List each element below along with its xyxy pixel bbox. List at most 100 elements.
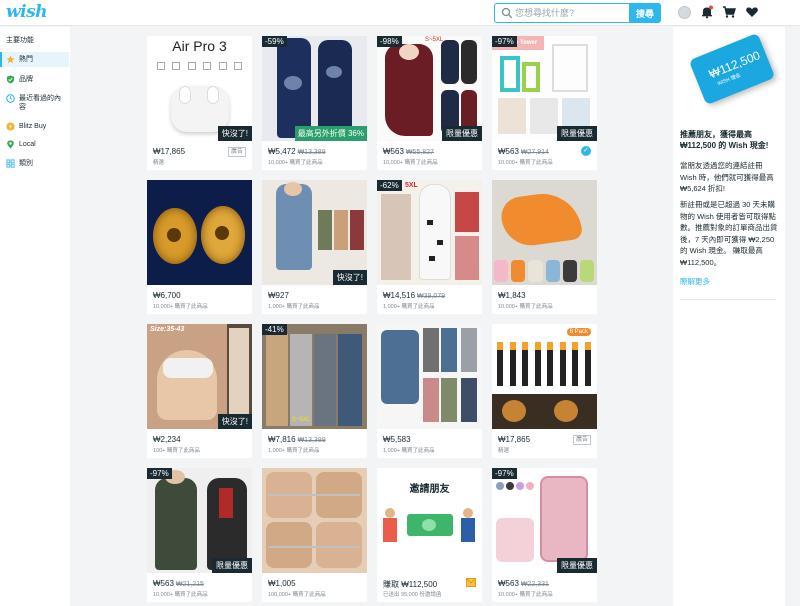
avatar[interactable] (678, 6, 691, 19)
product-price: ₩5,583 (383, 435, 411, 444)
product-price: ₩5,472 ₩13,389 (268, 147, 326, 156)
product-price: ₩1,843 (498, 291, 526, 300)
product-sold-count: 100,000+ 購買了此商品 (268, 592, 326, 598)
product-sold-count: 10,000+ 購買了此商品 (153, 304, 208, 310)
product-price: ₩563 ₩55,827 (383, 147, 434, 156)
cart-icon[interactable] (722, 5, 736, 19)
sidebar-title: 主要功能 (6, 37, 34, 44)
gift-card-image: ₩112,500 WISH 禮金 (688, 32, 776, 106)
product-price: ₩7,816 ₩13,399 (268, 435, 326, 444)
product-price: ₩2,234 (153, 435, 181, 444)
ad-tag: 廣告 (572, 435, 591, 445)
size-label: S~5XL (292, 417, 311, 423)
product-card[interactable]: S~5XL -41% ₩7,816 ₩13,399 1,000+ 購買了此商品 (262, 324, 367, 458)
product-sold-count: 10,000+ 購買了此商品 (498, 304, 553, 310)
product-card[interactable]: Size:35-43 快沒了! ₩2,234 100+ 購買了此商品 (147, 324, 252, 458)
limited-badge: 限量優惠 (557, 126, 597, 141)
wish-logo[interactable]: wish (6, 2, 48, 22)
limited-badge: 限量優惠 (212, 558, 252, 573)
product-sold-count: 精選 (153, 160, 165, 166)
product-card[interactable]: -59% 最高另外折價 36% ₩5,472 ₩13,389 10,000+ 購買… (262, 36, 367, 170)
product-sold-count: 10,000+ 購買了此商品 (153, 592, 208, 598)
search-button[interactable]: 搜尋 (629, 3, 661, 23)
grid-icon (6, 159, 15, 168)
product-image-harem-pants: -97% 限量優惠 (147, 468, 252, 573)
envelope-icon (466, 578, 476, 587)
product-price: ₩563 ₩27,914 (498, 147, 549, 156)
product-image-shirt-dress: 快沒了! (262, 180, 367, 285)
discount-badge: -97% (492, 36, 517, 47)
pack-badge: 8 Pack (566, 328, 591, 336)
discount-badge: -98% (377, 36, 402, 47)
top-header: wish 搜尋 (0, 0, 800, 26)
shield-icon (6, 75, 15, 84)
product-card[interactable]: Storage Tower -97% 限量優惠 ₩563₩27,914 ✓ 10… (492, 36, 597, 170)
product-price: ₩17,865 (153, 147, 186, 156)
sidebar-item-local[interactable]: Local (0, 137, 69, 152)
verified-check-icon: ✓ (581, 146, 591, 156)
product-card[interactable]: 5XL -62% ₩14,516 ₩39,079 1,000+ 購買了此商品 (377, 180, 482, 314)
sidebar-item-blitz-buy[interactable]: Blitz Buy (0, 119, 69, 134)
product-price: ₩6,700 (153, 291, 181, 300)
product-card[interactable]: ₩1,005 100,000+ 購買了此商品 (262, 468, 367, 602)
product-sold-count: 100+ 購買了此商品 (153, 448, 200, 454)
product-image-storage-tower: Storage Tower -97% 限量優惠 (492, 36, 597, 141)
sidebar-item-label: Blitz Buy (19, 123, 47, 130)
bell-icon[interactable] (700, 5, 714, 19)
product-image-tank-dresses: S~5XL -41% (262, 324, 367, 429)
product-card[interactable]: ₩1,843 10,000+ 購買了此商品 (492, 180, 597, 314)
product-image-amber-stones (147, 180, 252, 285)
product-card[interactable]: 快沒了! ₩927 1,000+ 購買了此商品 (262, 180, 367, 314)
referral-title: 推薦朋友，獲得最高 ₩112,500 的 Wish 現金! (680, 130, 769, 150)
product-card[interactable]: ₩6,700 10,000+ 購買了此商品 (147, 180, 252, 314)
product-sold-count: 10,000+ 購買了此商品 (268, 160, 323, 166)
discount-badge: -59% (262, 36, 287, 47)
search-icon (501, 7, 513, 19)
product-image-anklets (262, 468, 367, 573)
sidebar-item-label: 品牌 (19, 76, 33, 83)
size-label: 5XL (405, 182, 418, 189)
clock-icon (6, 94, 15, 103)
sidebar-item-label: 最近看過的內容 (19, 95, 61, 111)
sidebar-item-label: 熱門 (19, 56, 33, 63)
limited-badge: 限量優惠 (442, 126, 482, 141)
invite-reward: 賺取 ₩112,500 (383, 580, 438, 589)
limited-badge: 限量優惠 (557, 558, 597, 573)
product-card[interactable]: -97% 限量優惠 ₩563 ₩22,331 10,000+ 購買了此商品 (492, 468, 597, 602)
size-label: Size:35-43 (150, 326, 185, 333)
learn-more-link[interactable]: 瞭解更多 (680, 276, 710, 287)
discount-badge: -97% (147, 468, 172, 479)
sidebar-item-recently-viewed[interactable]: 最近看過的內容 (0, 91, 69, 115)
product-card[interactable]: Air Pro 3 快沒了! ₩17,865 廣告 精選 (147, 36, 252, 170)
product-sold-count: 1,000+ 購買了此商品 (268, 304, 320, 310)
sidebar-item-label: 類別 (19, 160, 33, 167)
sidebar-item-categories[interactable]: 類別 (0, 156, 69, 171)
ad-tag: 廣告 (227, 147, 246, 157)
product-sold-count: 1,000+ 購買了此商品 (383, 448, 435, 454)
invites-sent: 已送出 95,000 份邀請函 (383, 592, 442, 598)
heart-icon[interactable] (745, 5, 759, 19)
product-sold-count: 10,000+ 購買了此商品 (383, 160, 438, 166)
search-bar: 搜尋 (494, 3, 661, 23)
discount-badge: -97% (492, 468, 517, 479)
promo-badge: 最高另外折價 36% (294, 126, 367, 141)
product-price: ₩14,516 ₩39,079 (383, 291, 446, 300)
product-image-torch-lights: 8 Pack (492, 324, 597, 429)
product-card[interactable]: ₩5,583 1,000+ 購買了此商品 (377, 324, 482, 458)
product-card[interactable]: S~5XL -98% 限量優惠 ₩563 ₩55,827 10,000+ 購買了此… (377, 36, 482, 170)
stock-badge: 快沒了! (217, 414, 252, 429)
product-image-butterfly-dress: 5XL -62% (377, 180, 482, 285)
product-card[interactable]: 8 Pack ₩17,865 廣告 精選 (492, 324, 597, 458)
sidebar-item-brands[interactable]: 品牌 (0, 72, 69, 87)
search-input[interactable] (515, 5, 623, 21)
product-sold-count: 10,000+ 購買了此商品 (498, 592, 553, 598)
product-image-phone-case: -97% 限量優惠 (492, 468, 597, 573)
product-price: ₩563 ₩21,215 (153, 579, 204, 588)
product-card[interactable]: -97% 限量優惠 ₩563 ₩21,215 10,000+ 購買了此商品 (147, 468, 252, 602)
product-sold-count: 1,000+ 購買了此商品 (383, 304, 435, 310)
product-image-sandals: Size:35-43 快沒了! (147, 324, 252, 429)
invite-friends-card[interactable]: 邀請朋友 賺取 ₩112,500 已送出 95,000 份邀請函 (377, 468, 482, 602)
sidebar: 主要功能 熱門 品牌 最近看過的內容 Blitz Buy Local 類別 (0, 27, 70, 606)
sidebar-item-popular[interactable]: 熱門 (0, 52, 69, 67)
location-pin-icon (7, 140, 14, 149)
